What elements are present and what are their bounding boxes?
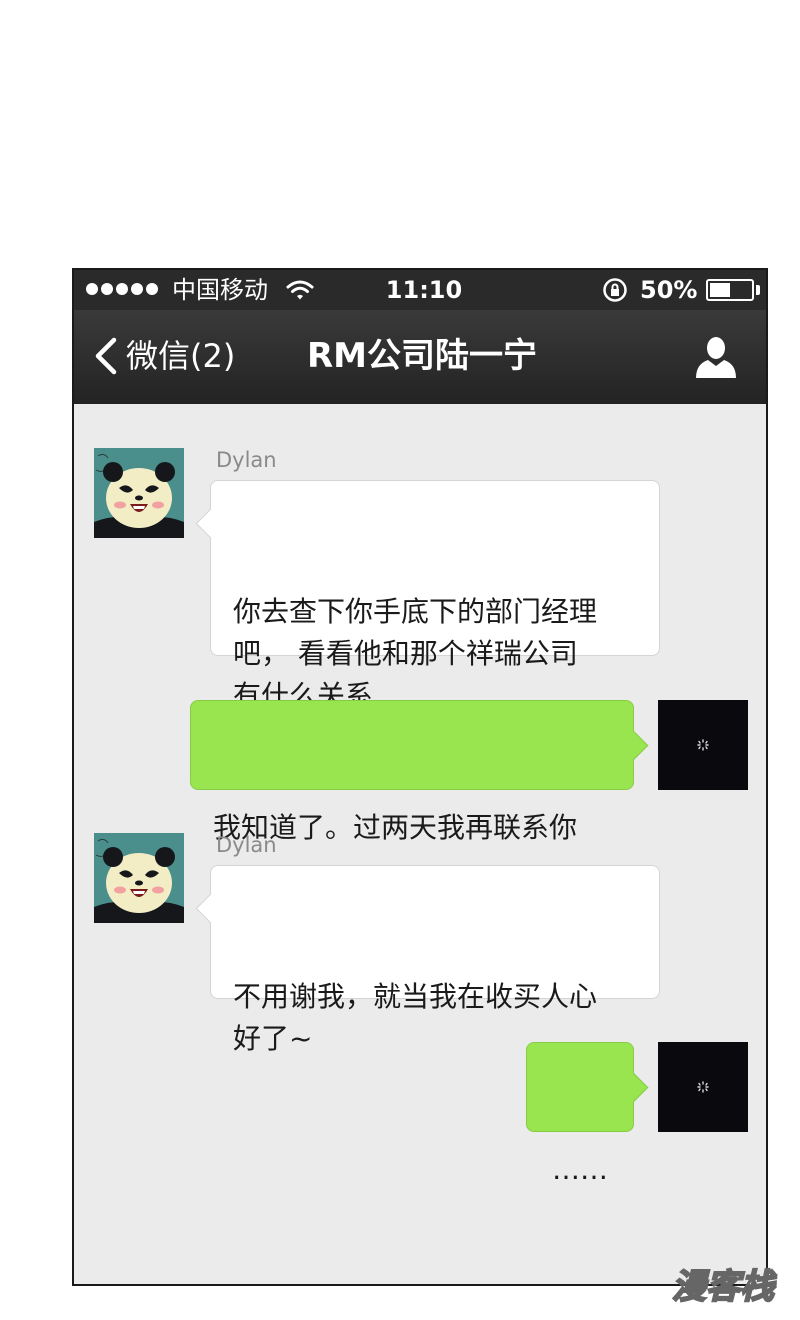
bubble-tail xyxy=(618,1072,649,1103)
battery-tip xyxy=(756,285,760,295)
message-bubble-sent[interactable]: …… xyxy=(526,1042,649,1186)
my-avatar[interactable] xyxy=(658,1042,748,1132)
loading-spinner-icon xyxy=(697,1081,709,1093)
watermark-logo: 漫客栈 xyxy=(671,1266,775,1308)
nav-bar: 微信(2) RM公司陆一宁 xyxy=(74,310,766,404)
wifi-icon xyxy=(286,280,314,300)
chat-title: RM公司陆一宁 xyxy=(306,336,537,376)
back-button[interactable]: 微信(2) xyxy=(92,332,235,380)
bubble-tail xyxy=(195,508,226,539)
phone-screen: 中国移动 11:10 50% 微信(2) RM公司陆一宁 Dylan 你去查下你… xyxy=(72,268,768,1286)
bubble-tail xyxy=(195,893,226,924)
sender-name: Dylan xyxy=(216,833,277,857)
battery-fill xyxy=(710,283,730,297)
contact-avatar[interactable] xyxy=(94,448,184,538)
panda-avatar-icon xyxy=(94,448,184,538)
bubble-tail xyxy=(618,730,649,761)
carrier-name: 中国移动 xyxy=(172,276,268,304)
person-icon[interactable] xyxy=(694,336,738,378)
chevron-left-icon xyxy=(95,337,117,375)
battery-percentage: 50% xyxy=(640,276,698,304)
message-bubble-received[interactable]: 你去查下你手底下的部门经理 吧， 看看他和那个祥瑞公司 有什么关系 xyxy=(195,480,660,712)
status-bar: 中国移动 11:10 50% xyxy=(74,270,766,310)
back-label: 微信(2) xyxy=(126,337,236,375)
message-bubble-received[interactable]: 不用谢我，就当我在收买人心 好了~ xyxy=(195,865,660,1055)
sender-name: Dylan xyxy=(216,448,277,472)
message-bubble-sent[interactable]: 我知道了。过两天我再联系你 xyxy=(190,700,649,844)
panda-avatar-icon xyxy=(94,833,184,923)
rotation-lock-icon xyxy=(603,278,627,302)
loading-spinner-icon xyxy=(697,739,709,751)
signal-strength-icon xyxy=(86,283,158,295)
message-text: 你去查下你手底下的部门经理 吧， 看看他和那个祥瑞公司 有什么关系 xyxy=(233,595,598,712)
battery-icon xyxy=(706,279,754,301)
status-time: 11:10 xyxy=(385,276,463,304)
contact-avatar[interactable] xyxy=(94,833,184,923)
my-avatar[interactable] xyxy=(658,700,748,790)
message-text: …… xyxy=(552,1153,608,1186)
